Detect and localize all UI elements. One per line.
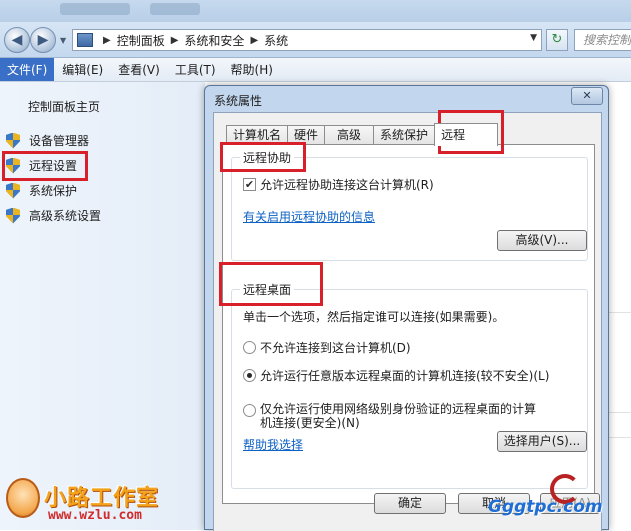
refresh-icon[interactable]: ↻: [546, 29, 568, 51]
address-dropdown-icon[interactable]: ▼: [530, 33, 537, 43]
checkbox-label: 允许远程协助连接这台计算机(R): [260, 178, 434, 192]
address-bar[interactable]: ▶ 控制面板 ▶ 系统和安全 ▶ 系统 ▼: [72, 29, 542, 51]
dialog-title: 系统属性: [214, 94, 263, 108]
menu-view[interactable]: 查看(V): [111, 58, 167, 81]
highlight-box-remote-desktop: [219, 262, 323, 306]
studio-watermark-logo: 小路工作室 www.wzlu.com: [2, 474, 202, 530]
breadcrumb-system-security[interactable]: 系统和安全: [184, 32, 244, 49]
remote-tab-panel: 远程协助 ✔ 允许远程协助连接这台计算机(R) 有关启用远程协助的信息 高级(V…: [222, 144, 595, 504]
advanced-button[interactable]: 高级(V)...: [497, 230, 587, 251]
control-panel-icon: [77, 33, 93, 47]
uac-shield-icon: [6, 207, 20, 224]
back-button[interactable]: ◀: [4, 27, 30, 53]
sidebar-item-system-protection[interactable]: 系统保护: [6, 182, 77, 199]
help-me-choose-link[interactable]: 帮助我选择: [243, 436, 303, 453]
radio-label: 允许运行任意版本远程桌面的计算机连接(较不安全)(L): [260, 369, 550, 383]
control-panel-home-link[interactable]: 控制面板主页: [28, 98, 100, 115]
tab-advanced[interactable]: 高级: [324, 125, 375, 145]
allow-remote-assistance-checkbox[interactable]: ✔ 允许远程协助连接这台计算机(R): [243, 176, 434, 193]
breadcrumb-separator-icon[interactable]: ▶: [171, 35, 179, 46]
sidebar-item-advanced-settings[interactable]: 高级系统设置: [6, 207, 101, 224]
main-content-edge: [609, 82, 631, 530]
select-users-button[interactable]: 选择用户(S)...: [497, 431, 587, 452]
menu-tools[interactable]: 工具(T): [168, 58, 223, 81]
remote-assistance-info-link[interactable]: 有关启用远程协助的信息: [243, 208, 375, 225]
sidebar-item-label: 系统保护: [29, 184, 78, 198]
ok-button[interactable]: 确定: [374, 493, 446, 514]
title-bar-text-blurred: [150, 3, 200, 15]
forward-button[interactable]: ▶: [30, 27, 56, 53]
radio-label-line-1: 仅允许运行使用网络级别身份验证的远程桌面的计算: [260, 402, 537, 416]
menu-edit[interactable]: 编辑(E): [55, 58, 110, 81]
address-toolbar: ◀ ▶ ▼ ▶ 控制面板 ▶ 系统和安全 ▶ 系统 ▼ ↻ 搜索控制面: [0, 22, 631, 58]
radio-label: 仅允许运行使用网络级别身份验证的远程桌面的计算 机连接(更安全)(N): [260, 402, 536, 430]
remote-desktop-instruction: 单击一个选项，然后指定谁可以连接(如果需要)。: [243, 310, 505, 324]
sidebar-item-label: 高级系统设置: [29, 209, 102, 223]
search-input[interactable]: 搜索控制面: [574, 29, 631, 51]
menu-file[interactable]: 文件(F): [0, 58, 55, 81]
uac-shield-icon: [6, 132, 20, 149]
sidebar-item-device-manager[interactable]: 设备管理器: [6, 132, 89, 149]
content-divider: [609, 437, 631, 438]
content-divider: [609, 412, 631, 413]
watermark-url: www.wzlu.com: [48, 508, 142, 523]
dialog-body: 计算机名 硬件 高级 系统保护 远程 远程协助 ✔ 允许远程协助连接这台计算机(…: [213, 112, 602, 531]
left-nav-pane: 控制面板主页 设备管理器 远程设置 系统保护 高级系统设置: [0, 82, 205, 530]
radio-button-icon[interactable]: [243, 404, 256, 417]
checkbox-checked-icon[interactable]: ✔: [243, 178, 256, 191]
breadcrumb-control-panel[interactable]: 控制面板: [117, 32, 165, 49]
menu-bar: 文件(F) 编辑(E) 查看(V) 工具(T) 帮助(H): [0, 58, 631, 82]
tab-system-protection[interactable]: 系统保护: [373, 125, 436, 145]
recent-pages-dropdown-icon[interactable]: ▼: [60, 36, 66, 45]
radio-allow-any-version[interactable]: 允许运行任意版本远程桌面的计算机连接(较不安全)(L): [243, 367, 549, 384]
radio-label-line-2: 机连接(更安全)(N): [260, 416, 360, 430]
site-watermark-url: Gggtpc.com: [488, 497, 603, 517]
content-divider: [609, 312, 631, 313]
window-title-bar: [0, 0, 631, 22]
radio-allow-nla-only[interactable]: 仅允许运行使用网络级别身份验证的远程桌面的计算 机连接(更安全)(N): [243, 402, 536, 430]
breadcrumb-separator-icon[interactable]: ▶: [250, 35, 258, 46]
highlight-box-remote-settings: [2, 151, 88, 181]
radio-deny-connections[interactable]: 不允许连接到这台计算机(D): [243, 339, 411, 356]
breadcrumb-separator-icon[interactable]: ▶: [103, 35, 111, 46]
title-bar-text-blurred: [60, 3, 130, 15]
close-button[interactable]: ✕: [571, 87, 603, 105]
sidebar-item-label: 设备管理器: [29, 134, 90, 148]
uac-shield-icon: [6, 182, 20, 199]
breadcrumb-system[interactable]: 系统: [264, 32, 288, 49]
menu-help[interactable]: 帮助(H): [224, 58, 280, 81]
mascot-icon: [6, 478, 40, 518]
radio-label: 不允许连接到这台计算机(D): [260, 341, 411, 355]
tab-remote[interactable]: 远程: [434, 123, 499, 146]
radio-button-selected-icon[interactable]: [243, 369, 256, 382]
radio-button-icon[interactable]: [243, 341, 256, 354]
highlight-box-remote-assistance: [220, 142, 306, 172]
